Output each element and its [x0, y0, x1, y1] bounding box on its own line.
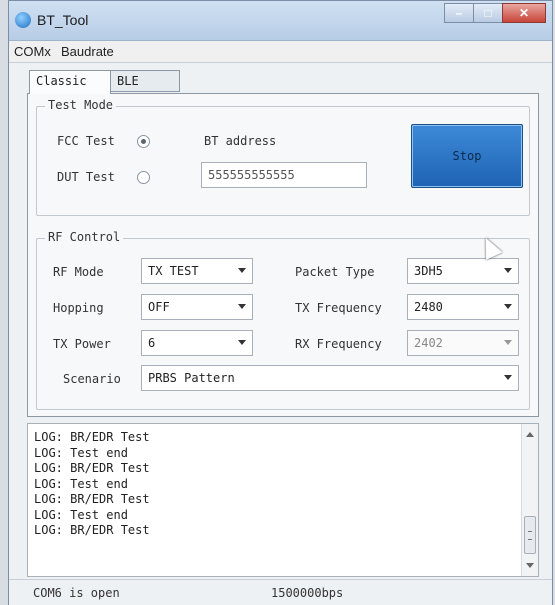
chevron-down-icon: [504, 304, 512, 309]
maximize-button[interactable]: □: [473, 3, 503, 23]
rf-control-group: RF Control RF Mode TX TEST Packet Type 3…: [36, 230, 530, 410]
menu-item-comx[interactable]: COMx: [14, 44, 51, 59]
chevron-down-icon: [238, 340, 246, 345]
log-panel[interactable]: LOG: BR/EDR Test LOG: Test end LOG: BR/EDR…: [27, 423, 539, 577]
title-bar[interactable]: BT_Tool – □ ✕: [9, 1, 552, 41]
scenario-select[interactable]: PRBS Pattern: [141, 365, 519, 391]
chevron-down-icon: [238, 268, 246, 273]
minimize-button[interactable]: –: [444, 3, 474, 23]
window-controls: – □ ✕: [444, 3, 546, 25]
port-status: COM6 is open: [33, 586, 120, 600]
rf-mode-select[interactable]: TX TEST: [141, 258, 253, 284]
classic-tab-panel: Test Mode FCC Test DUT Test BT address 5…: [27, 93, 539, 417]
window-title: BT_Tool: [37, 12, 89, 28]
app-window: BT_Tool – □ ✕ COMx Baudrate Classic BLE …: [8, 0, 553, 605]
fcc-test-label: FCC Test: [57, 134, 115, 148]
bt-address-label: BT address: [204, 134, 277, 148]
hopping-label: Hopping: [53, 301, 104, 315]
chevron-down-icon: [504, 340, 512, 345]
log-scrollbar[interactable]: [521, 424, 538, 576]
scenario-label: Scenario: [63, 372, 121, 386]
packet-type-value: 3DH5: [414, 264, 443, 278]
chevron-down-icon: [504, 268, 512, 273]
status-bar: COM6 is open 1500000bps: [9, 579, 552, 605]
rx-frequency-value: 2402: [414, 336, 443, 350]
rf-mode-label: RF Mode: [53, 265, 104, 279]
tab-classic[interactable]: Classic: [29, 70, 111, 94]
hopping-select[interactable]: OFF: [141, 294, 253, 320]
packet-type-select[interactable]: 3DH5: [407, 258, 519, 284]
scroll-down-icon[interactable]: [526, 563, 534, 568]
hopping-value: OFF: [148, 300, 170, 314]
bt-address-input[interactable]: 555555555555: [201, 162, 367, 188]
menu-bar: COMx Baudrate: [9, 41, 552, 63]
baud-status: 1500000bps: [271, 586, 344, 600]
rf-mode-value: TX TEST: [148, 264, 199, 278]
test-mode-group: Test Mode FCC Test DUT Test BT address 5…: [36, 98, 530, 216]
log-line: LOG: BR/EDR Test: [34, 430, 150, 444]
app-icon: [15, 12, 31, 28]
dut-test-radio[interactable]: [137, 171, 150, 184]
tab-ble[interactable]: BLE: [110, 70, 180, 92]
log-line: LOG: Test end: [34, 476, 128, 491]
log-list: LOG: BR/EDR Test LOG: Test end LOG: BR/EDR…: [34, 430, 150, 539]
scroll-thumb[interactable]: [524, 516, 536, 554]
maximize-icon: □: [484, 6, 492, 20]
scenario-value: PRBS Pattern: [148, 371, 235, 385]
menu-item-baudrate[interactable]: Baudrate: [61, 44, 114, 59]
minimize-icon: –: [455, 6, 463, 20]
fcc-test-radio[interactable]: [137, 135, 150, 148]
stop-button[interactable]: Stop: [411, 124, 523, 188]
tx-frequency-select[interactable]: 2480: [407, 294, 519, 320]
close-button[interactable]: ✕: [502, 3, 546, 23]
log-line: LOG: BR/EDR Test: [34, 461, 150, 475]
dut-test-label: DUT Test: [57, 170, 115, 184]
test-mode-label: Test Mode: [45, 98, 117, 112]
rx-frequency-label: RX Frequency: [295, 337, 382, 351]
tx-power-label: TX Power: [53, 337, 111, 351]
tx-frequency-value: 2480: [414, 300, 443, 314]
log-line: LOG: BR/EDR Test: [34, 492, 150, 506]
packet-type-label: Packet Type: [295, 265, 375, 279]
log-line: LOG: Test end: [34, 507, 128, 522]
rf-control-label: RF Control: [45, 230, 124, 244]
tx-power-value: 6: [148, 336, 156, 350]
tx-power-select[interactable]: 6: [141, 330, 253, 356]
chevron-down-icon: [238, 304, 246, 309]
scroll-up-icon[interactable]: [526, 432, 534, 437]
rx-frequency-select: 2402: [407, 330, 519, 356]
chevron-down-icon: [504, 375, 512, 380]
log-line: LOG: Test end: [34, 445, 128, 460]
log-line: LOG: BR/EDR Test: [34, 523, 150, 537]
close-icon: ✕: [518, 6, 530, 20]
tx-frequency-label: TX Frequency: [295, 301, 382, 315]
